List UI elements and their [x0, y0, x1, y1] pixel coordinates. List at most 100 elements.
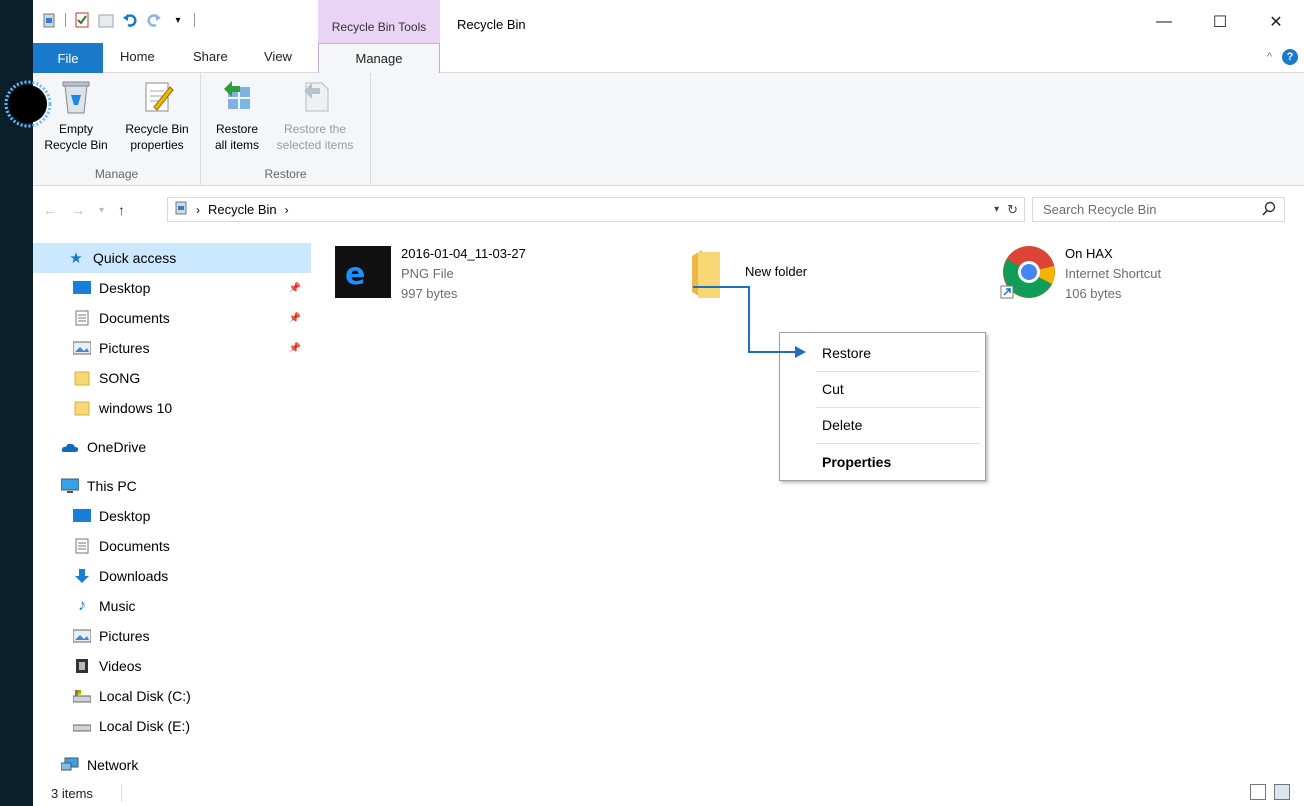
nav-windows-10[interactable]: windows 10	[33, 393, 311, 423]
minimize-ribbon-icon[interactable]: ^	[1267, 51, 1272, 63]
file-meta: 2016-01-04_11-03-27 PNG File 997 bytes	[401, 244, 526, 304]
tab-share[interactable]: Share	[193, 49, 228, 64]
pictures-icon	[73, 628, 91, 644]
pin-icon[interactable]: 📌	[289, 283, 301, 294]
desktop-icon	[73, 280, 91, 296]
restore-selected-label-2: selected items	[276, 138, 354, 152]
breadcrumb-chevron-icon[interactable]: ›	[285, 203, 289, 217]
large-icons-view-icon[interactable]	[1274, 784, 1290, 800]
qat-separator	[65, 13, 66, 27]
up-arrow-icon[interactable]: ↑	[118, 202, 125, 218]
recent-locations-icon[interactable]: ▾	[99, 202, 104, 218]
nav-pc-music[interactable]: ♪ Music	[33, 591, 311, 621]
file-type: Internet Shortcut	[1065, 266, 1162, 281]
nav-network[interactable]: Network	[33, 750, 311, 780]
back-arrow-icon[interactable]: ←	[43, 202, 57, 218]
redo-icon[interactable]	[146, 12, 162, 28]
empty-label-2: Recycle Bin	[44, 138, 108, 152]
documents-icon	[73, 538, 91, 554]
minimize-button[interactable]: —	[1136, 0, 1192, 43]
menu-item-restore[interactable]: Restore	[822, 345, 871, 361]
nav-local-disk-e[interactable]: Local Disk (E:)	[33, 711, 311, 741]
customize-qat-icon[interactable]: ▾	[170, 12, 186, 28]
empty-recycle-bin-icon	[58, 79, 94, 115]
nav-pc-videos[interactable]: Videos	[33, 651, 311, 681]
menu-item-delete[interactable]: Delete	[822, 417, 862, 433]
downloads-icon	[73, 568, 91, 584]
nav-pc-desktop[interactable]: Desktop	[33, 501, 311, 531]
file-item-png[interactable]: e 2016-01-04_11-03-27 PNG File 997 bytes	[335, 244, 526, 304]
recycle-bin-properties-icon	[139, 79, 175, 115]
folder-icon	[73, 400, 91, 416]
title-bar: ▾ Recycle Bin Tools Recycle Bin — ☐ ✕	[33, 0, 1304, 43]
manage-group: Empty Recycle Bin Recycle Bin properties…	[33, 73, 201, 186]
restore-selected-items-button[interactable]: Restore the selected items	[267, 79, 363, 153]
tab-file[interactable]: File	[33, 43, 103, 73]
desktop-icon	[73, 508, 91, 524]
menu-item-cut[interactable]: Cut	[822, 381, 844, 397]
nav-pc-documents[interactable]: Documents	[33, 531, 311, 561]
refresh-icon[interactable]: ↻	[1007, 202, 1018, 218]
file-item-on-hax[interactable]: On HAX Internet Shortcut 106 bytes	[999, 244, 1161, 304]
nav-quick-access[interactable]: ★ Quick access	[33, 243, 311, 273]
address-bar[interactable]: › Recycle Bin › ▾ ↻	[167, 197, 1025, 222]
nav-pc-downloads[interactable]: Downloads	[33, 561, 311, 591]
nav-pc-pictures[interactable]: Pictures	[33, 621, 311, 651]
nav-qa-documents[interactable]: Documents 📌	[33, 303, 311, 333]
nav-label: This PC	[87, 478, 137, 494]
ribbon: Empty Recycle Bin Recycle Bin properties…	[33, 73, 1304, 186]
nav-label: SONG	[99, 370, 141, 386]
pin-icon[interactable]: 📌	[289, 313, 301, 324]
onedrive-icon	[61, 439, 79, 455]
restore-selected-label-1: Restore the	[283, 122, 347, 136]
nav-qa-desktop[interactable]: Desktop 📌	[33, 273, 311, 303]
restore-selected-icon	[297, 79, 333, 115]
nav-label: Downloads	[99, 568, 169, 584]
details-view-icon[interactable]	[1250, 784, 1266, 800]
new-folder-icon[interactable]	[98, 12, 114, 28]
help-icon[interactable]: ?	[1282, 49, 1298, 65]
undo-icon[interactable]	[122, 12, 138, 28]
search-box[interactable]: Search Recycle Bin	[1032, 197, 1285, 222]
nav-label: Music	[99, 598, 136, 614]
file-name: New folder	[745, 264, 808, 279]
nav-this-pc[interactable]: This PC	[33, 471, 311, 501]
navigation-buttons: ← → ▾ ↑	[43, 202, 125, 218]
nav-label: Local Disk (E:)	[99, 718, 191, 734]
file-name: On HAX	[1065, 246, 1113, 261]
file-name: 2016-01-04_11-03-27	[401, 246, 526, 261]
file-item-new-folder[interactable]: New folder	[685, 244, 807, 300]
restore-all-label-1: Restore	[215, 122, 259, 136]
tab-view[interactable]: View	[264, 49, 292, 64]
tab-home[interactable]: Home	[120, 49, 155, 64]
search-icon[interactable]	[1262, 201, 1276, 220]
item-count: 3 items	[51, 786, 93, 801]
pin-icon[interactable]: 📌	[289, 343, 301, 354]
breadcrumb-recycle-bin[interactable]: Recycle Bin	[208, 202, 277, 217]
this-pc-icon	[61, 478, 79, 494]
breadcrumb-chevron-icon[interactable]: ›	[196, 203, 200, 217]
maximize-button[interactable]: ☐	[1192, 0, 1248, 43]
menu-divider	[816, 443, 981, 444]
nav-song[interactable]: SONG	[33, 363, 311, 393]
pictures-icon	[73, 340, 91, 356]
nav-label: windows 10	[99, 400, 173, 416]
nav-qa-pictures[interactable]: Pictures 📌	[33, 333, 311, 363]
nav-label: Pictures	[99, 340, 150, 356]
nav-local-disk-c[interactable]: Local Disk (C:)	[33, 681, 311, 711]
recycle-bin-properties-button[interactable]: Recycle Bin properties	[117, 79, 197, 153]
menu-divider	[816, 371, 981, 372]
explorer-window: ▾ Recycle Bin Tools Recycle Bin — ☐ ✕ Fi…	[33, 0, 1304, 806]
address-dropdown-icon[interactable]: ▾	[994, 204, 999, 215]
file-meta: On HAX Internet Shortcut 106 bytes	[1065, 244, 1161, 304]
search-placeholder: Search Recycle Bin	[1043, 202, 1157, 217]
tab-manage[interactable]: Manage	[318, 43, 440, 74]
restore-all-items-button[interactable]: Restore all items	[207, 79, 267, 153]
nav-onedrive[interactable]: OneDrive	[33, 432, 311, 462]
close-button[interactable]: ✕	[1248, 0, 1304, 43]
nav-label: Documents	[99, 538, 170, 554]
properties-icon[interactable]	[74, 12, 90, 28]
nav-label: Network	[87, 757, 139, 773]
forward-arrow-icon[interactable]: →	[71, 202, 85, 218]
menu-item-properties[interactable]: Properties	[822, 454, 891, 470]
